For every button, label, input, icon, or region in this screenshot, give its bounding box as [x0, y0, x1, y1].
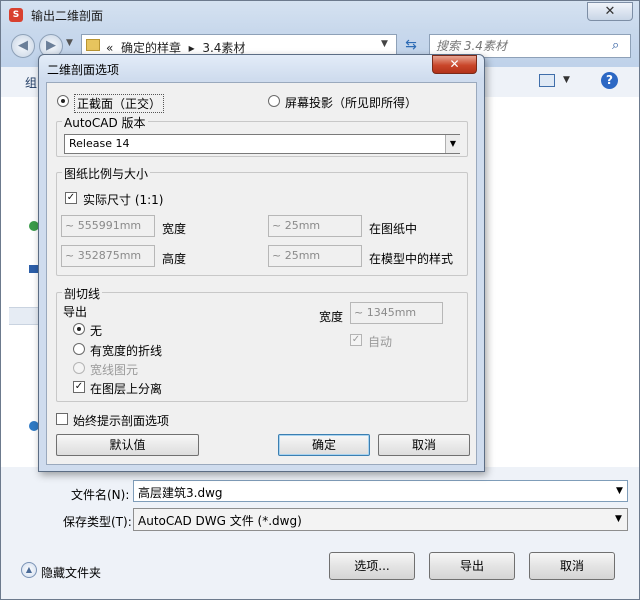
navigation-pane[interactable] — [1, 97, 41, 467]
organize-menu[interactable]: 组 — [25, 74, 37, 91]
address-dropdown-chevron-icon[interactable]: ▼ — [381, 39, 388, 49]
export-button[interactable]: 导出 — [429, 552, 515, 580]
scale-size-title: 图纸比例与大小 — [62, 165, 151, 182]
separate-layers-checkbox[interactable]: ✓ — [73, 381, 85, 393]
always-prompt-checkbox[interactable] — [56, 413, 68, 425]
autocad-version-value[interactable]: Release 14 — [69, 137, 129, 150]
section-line-polyline-radio[interactable] — [73, 343, 85, 355]
sketchup-app-icon: S — [9, 8, 23, 22]
filename-value[interactable]: 高层建筑3.dwg — [138, 484, 223, 501]
autocad-version-select[interactable]: Release 14 ▼ — [64, 134, 460, 154]
filename-history-chevron-icon[interactable]: ▼ — [616, 486, 623, 496]
view-dropdown-chevron-icon[interactable]: ▼ — [563, 75, 570, 85]
nav-pane-selected-row[interactable] — [9, 307, 41, 325]
filetype-select[interactable]: AutoCAD DWG 文件 (*.dwg) ▼ — [133, 508, 628, 531]
paper-size-field: ~ 25mm — [268, 215, 362, 237]
filetype-label: 保存类型(T): — [63, 515, 132, 529]
section-line-wideline-radio — [73, 362, 85, 374]
recent-locations-chevron-icon[interactable]: ▼ — [66, 38, 73, 48]
width-field: ~ 555991mm — [61, 215, 155, 237]
options-button[interactable]: 选项... — [329, 552, 415, 580]
section-line-export-label: 导出 — [63, 305, 88, 319]
section-line-polyline-label[interactable]: 有宽度的折线 — [90, 342, 162, 359]
breadcrumb-overflow[interactable]: « — [106, 41, 113, 55]
cancel-button[interactable]: 取消 — [529, 552, 615, 580]
screen-projection-label[interactable]: 屏幕投影（所见即所得） — [285, 94, 417, 111]
always-prompt-label[interactable]: 始终提示剖面选项 — [73, 412, 169, 429]
breadcrumb-item-current[interactable]: 3.4素材 — [202, 41, 245, 55]
width-label: 宽度 — [162, 222, 187, 236]
section-width-field: ~ 1345mm — [350, 302, 443, 324]
folder-icon — [86, 39, 100, 51]
section-width-label: 宽度 — [319, 310, 344, 324]
dialog-title: 二维剖面选项 — [47, 63, 120, 77]
height-label: 高度 — [162, 252, 187, 266]
paper-size-label: 在图纸中 — [369, 222, 418, 236]
section-line-wideline-label: 宽线图元 — [90, 363, 139, 377]
defaults-button[interactable]: 默认值 — [56, 434, 199, 456]
search-icon[interactable]: ⌕ — [612, 38, 619, 53]
breadcrumb-separator-icon[interactable]: ▸ — [189, 41, 195, 55]
search-input[interactable] — [436, 37, 606, 55]
filename-input[interactable]: 高层建筑3.dwg ▼ — [133, 480, 628, 502]
section-options-dialog: 二维剖面选项 ✕ 正截面（正交） 屏幕投影（所见即所得） AutoCAD 版本 … — [38, 54, 485, 472]
actual-size-label[interactable]: 实际尺寸 (1:1) — [83, 191, 164, 208]
filetype-chevron-icon[interactable]: ▼ — [615, 514, 622, 524]
dialog-cancel-button[interactable]: 取消 — [378, 434, 470, 456]
autocad-version-title: AutoCAD 版本 — [62, 114, 148, 131]
model-size-label: 在模型中的样式 — [369, 252, 454, 266]
hide-folders-link[interactable]: 隐藏文件夹 — [41, 564, 101, 581]
section-line-title: 剖切线 — [62, 285, 103, 302]
actual-size-checkbox[interactable]: ✓ — [65, 192, 77, 204]
height-field: ~ 352875mm — [61, 245, 155, 267]
dialog-body: 正截面（正交） 屏幕投影（所见即所得） AutoCAD 版本 Release 1… — [46, 82, 477, 465]
screen-projection-radio[interactable] — [268, 95, 280, 107]
auto-width-label: 自动 — [368, 335, 393, 349]
ok-button[interactable]: 确定 — [278, 434, 370, 456]
window-close-button[interactable]: ✕ — [587, 2, 633, 21]
breadcrumb-item-parent[interactable]: 确定的样章 — [121, 41, 181, 55]
dialog-close-button[interactable]: ✕ — [432, 55, 477, 74]
auto-width-checkbox: ✓ — [350, 334, 362, 346]
version-chevron-icon[interactable]: ▼ — [445, 135, 460, 153]
help-icon[interactable]: ? — [601, 72, 618, 89]
filename-label: 文件名(N): — [71, 488, 130, 502]
view-options-icon[interactable] — [539, 74, 555, 87]
collapse-chevron-icon[interactable]: ▲ — [21, 562, 37, 578]
separate-layers-label[interactable]: 在图层上分离 — [90, 380, 162, 397]
orthographic-radio[interactable] — [57, 95, 69, 107]
back-button[interactable]: ◀ — [11, 34, 35, 58]
model-size-field: ~ 25mm — [268, 245, 362, 267]
window-title: 输出二维剖面 — [31, 9, 104, 23]
filetype-value[interactable]: AutoCAD DWG 文件 (*.dwg) — [138, 512, 302, 529]
section-line-none-label[interactable]: 无 — [90, 322, 102, 339]
orthographic-label[interactable]: 正截面（正交） — [74, 94, 165, 113]
section-line-none-radio[interactable] — [73, 323, 85, 335]
